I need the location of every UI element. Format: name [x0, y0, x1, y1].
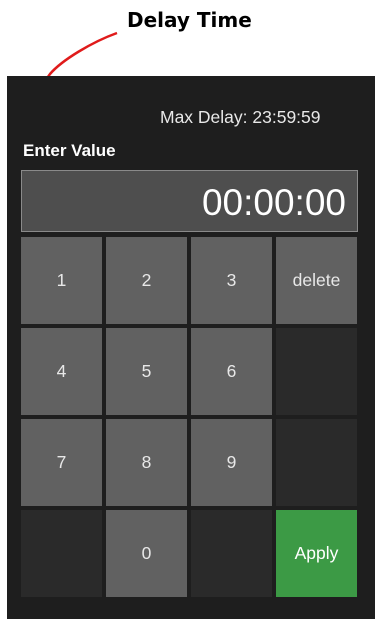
key-4-button[interactable]: 4	[21, 328, 102, 415]
delay-time-annotation: Delay Time	[127, 8, 252, 32]
key-1-button[interactable]: 1	[21, 237, 102, 324]
apply-button[interactable]: Apply	[276, 510, 357, 597]
display-value: 00:00:00	[201, 182, 346, 223]
blank-key	[191, 510, 272, 597]
key-5-button[interactable]: 5	[106, 328, 187, 415]
key-2-button[interactable]: 2	[106, 237, 187, 324]
key-9-button[interactable]: 9	[191, 419, 272, 506]
key-7-button[interactable]: 7	[21, 419, 102, 506]
delete-button[interactable]: delete	[276, 237, 357, 324]
value-display: 00:00:00	[21, 170, 358, 232]
enter-value-label: Enter Value	[23, 141, 116, 160]
key-6-button[interactable]: 6	[191, 328, 272, 415]
blank-key	[21, 510, 102, 597]
blank-key	[276, 328, 357, 415]
key-8-button[interactable]: 8	[106, 419, 187, 506]
blank-key	[276, 419, 357, 506]
key-3-button[interactable]: 3	[191, 237, 272, 324]
max-delay-label: Max Delay: 23:59:59	[160, 107, 321, 127]
key-0-button[interactable]: 0	[106, 510, 187, 597]
